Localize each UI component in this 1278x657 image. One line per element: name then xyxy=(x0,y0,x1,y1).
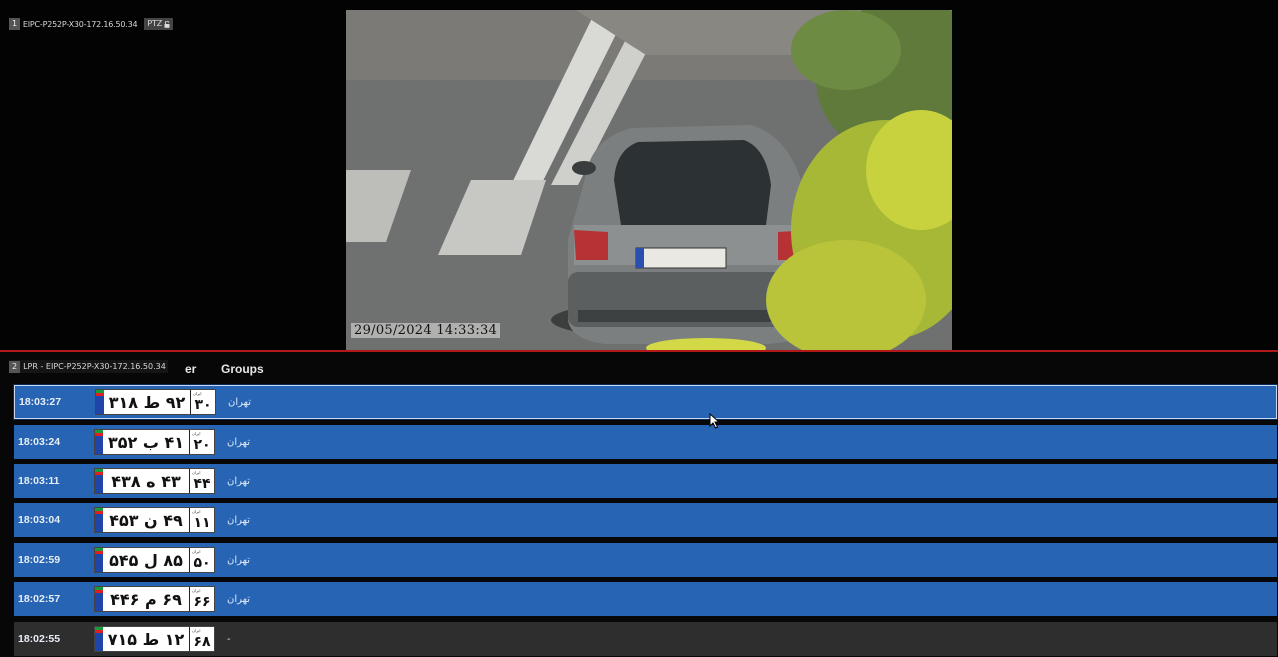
iran-flag-icon xyxy=(95,508,103,532)
plate-region-caption: ایران xyxy=(192,470,201,475)
row-time: 18:03:27 xyxy=(19,396,62,408)
plate-region-caption: ایران xyxy=(192,549,201,554)
license-plate: ۴۹ ن ۴۵۳ ایران ۱۱ xyxy=(94,507,215,533)
ptz-label: PTZ xyxy=(147,19,163,28)
iran-flag-icon xyxy=(95,627,103,651)
table-row[interactable]: 18:03:24 ۴۱ ب ۳۵۲ ایران ۲۰ تهران xyxy=(14,425,1277,459)
plate-region-number: ۳۰ xyxy=(194,397,212,413)
license-plate: ۶۹ م ۴۴۶ ایران ۶۶ xyxy=(94,586,215,612)
plate-number: ۶۹ م ۴۴۶ xyxy=(110,589,182,609)
table-row[interactable]: 18:02:55 ۱۲ ط ۷۱۵ ایران ۶۸- xyxy=(14,622,1277,656)
row-group: تهران xyxy=(227,475,251,487)
lock-open-icon xyxy=(164,20,170,28)
license-plate: ۱۲ ط ۷۱۵ ایران ۶۸ xyxy=(94,626,215,652)
row-group: تهران xyxy=(227,436,251,448)
plate-region-number: ۱۱ xyxy=(193,515,211,531)
iran-flag-icon xyxy=(95,587,103,611)
row-time: 18:02:59 xyxy=(18,554,61,566)
column-header-groups[interactable]: Groups xyxy=(221,362,264,376)
plate-region-number: ۶۶ xyxy=(193,594,211,610)
table-row[interactable]: 18:03:04 ۴۹ ن ۴۵۳ ایران ۱۱ تهران xyxy=(14,503,1277,537)
row-time: 18:03:24 xyxy=(18,436,61,448)
plate-number: ۴۱ ب ۳۵۲ xyxy=(107,432,185,452)
pane-index-badge: 1 xyxy=(9,18,20,30)
plate-region-code: ایران ۶۸ xyxy=(189,627,214,651)
row-group: - xyxy=(227,633,231,645)
ptz-button[interactable]: PTZ xyxy=(144,18,174,30)
plate-region-code: ایران ۱۱ xyxy=(189,508,214,532)
column-header-partial[interactable]: er xyxy=(185,362,196,376)
row-time: 18:02:57 xyxy=(18,593,61,605)
plate-number: ۸۵ ل ۵۴۵ xyxy=(109,550,183,570)
plate-region-code: ایران ۴۴ xyxy=(189,469,214,493)
row-group: تهران xyxy=(228,396,252,408)
video-frame-image xyxy=(346,10,952,350)
plate-region-caption: ایران xyxy=(192,509,201,514)
lpr-pane-header: 2 LPR - EIPC-P252P-X30-172.16.50.34 xyxy=(9,360,168,373)
row-time: 18:02:55 xyxy=(18,633,61,645)
plate-region-code: ایران ۶۶ xyxy=(189,587,214,611)
license-plate: ۴۱ ب ۳۵۲ ایران ۲۰ xyxy=(94,429,215,455)
row-time: 18:03:04 xyxy=(18,514,61,526)
plate-region-number: ۴۴ xyxy=(193,476,211,492)
table-row[interactable]: 18:03:11 ۴۳ ه ۴۳۸ ایران ۴۴ تهران xyxy=(14,464,1277,498)
row-group: تهران xyxy=(227,514,251,526)
iran-flag-icon xyxy=(96,390,104,414)
license-plate: ۹۲ ط ۳۱۸ ایران ۳۰ xyxy=(95,389,216,415)
camera-name: EIPC-P252P-X30-172.16.50.34 xyxy=(22,19,138,29)
plate-region-number: ۶۸ xyxy=(193,634,211,650)
lpr-title: LPR - EIPC-P252P-X30-172.16.50.34 xyxy=(23,362,166,371)
plate-number: ۴۳ ه ۴۳۸ xyxy=(111,471,181,491)
lpr-pane-2[interactable]: 2 LPR - EIPC-P252P-X30-172.16.50.34 er G… xyxy=(0,352,1278,657)
table-row[interactable]: 18:02:57 ۶۹ م ۴۴۶ ایران ۶۶ تهران xyxy=(14,582,1277,616)
plate-number: ۴۹ ن ۴۵۳ xyxy=(109,510,183,530)
license-plate: ۴۳ ه ۴۳۸ ایران ۴۴ xyxy=(94,468,215,494)
plate-region-code: ایران ۳۰ xyxy=(190,390,215,414)
plate-number: ۱۲ ط ۷۱۵ xyxy=(107,629,185,649)
plate-region-number: ۲۰ xyxy=(193,437,211,453)
plate-region-caption: ایران xyxy=(193,391,202,396)
plate-region-number: ۵۰ xyxy=(193,555,211,571)
plate-region-caption: ایران xyxy=(192,431,201,436)
camera-pane-1[interactable]: 1 EIPC-P252P-X30-172.16.50.34 PTZ 29/05/… xyxy=(0,0,1278,350)
plate-region-caption: ایران xyxy=(192,588,201,593)
license-plate: ۸۵ ل ۵۴۵ ایران ۵۰ xyxy=(94,547,215,573)
table-row[interactable]: 18:02:59 ۸۵ ل ۵۴۵ ایران ۵۰ تهران xyxy=(14,543,1277,577)
table-row[interactable]: 18:03:27 ۹۲ ط ۳۱۸ ایران ۳۰ تهران xyxy=(13,384,1278,420)
iran-flag-icon xyxy=(95,469,103,493)
row-group: تهران xyxy=(227,554,251,566)
plate-number: ۹۲ ط ۳۱۸ xyxy=(108,392,186,412)
video-feed[interactable]: 29/05/2024 14:33:34 xyxy=(346,10,952,350)
camera-pane-header: 1 EIPC-P252P-X30-172.16.50.34 PTZ xyxy=(9,17,174,31)
video-timestamp-overlay: 29/05/2024 14:33:34 xyxy=(351,323,501,338)
plate-region-caption: ایران xyxy=(192,628,201,633)
iran-flag-icon xyxy=(95,430,103,454)
row-group: تهران xyxy=(227,593,251,605)
plate-region-code: ایران ۵۰ xyxy=(189,548,214,572)
plate-region-code: ایران ۲۰ xyxy=(189,430,214,454)
row-time: 18:03:11 xyxy=(18,475,60,487)
pane-index-badge: 2 xyxy=(9,360,21,373)
iran-flag-icon xyxy=(95,548,103,572)
